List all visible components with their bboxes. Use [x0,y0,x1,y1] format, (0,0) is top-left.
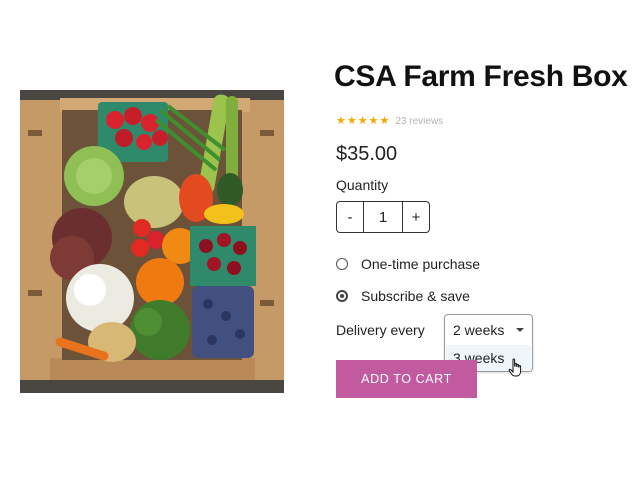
quantity-increment-button[interactable]: + [403,202,429,232]
quantity-label: Quantity [336,177,389,193]
product-rating[interactable]: ★ ★ ★ ★ ★ 23 reviews [336,115,443,127]
star-icon: ★ [368,115,379,127]
produce-box-illustration [20,90,284,393]
radio-icon[interactable] [336,258,348,270]
hand-pointer-cursor-icon [508,358,522,377]
chevron-down-icon[interactable] [516,328,524,332]
quantity-stepper: - 1 + [336,201,430,233]
one-time-purchase-label: One-time purchase [361,256,481,272]
star-rating: ★ ★ ★ ★ ★ [336,115,389,127]
star-icon: ★ [336,115,346,127]
product-price: $35.00 [336,143,398,165]
star-icon: ★ [357,115,368,127]
radio-icon[interactable] [336,290,348,302]
one-time-purchase-option[interactable]: One-time purchase [336,256,480,272]
star-icon: ★ [379,115,390,127]
subscribe-save-option[interactable]: Subscribe & save [336,288,470,304]
product-image [20,90,284,393]
reviews-link[interactable]: 23 reviews [395,116,443,127]
subscribe-save-label: Subscribe & save [361,288,470,304]
star-icon: ★ [346,115,357,127]
quantity-decrement-button[interactable]: - [337,202,363,232]
add-to-cart-button[interactable]: ADD TO CART [336,360,477,398]
product-title: CSA Farm Fresh Box [334,60,628,93]
delivery-frequency-label: Delivery every [336,322,425,338]
quantity-input[interactable]: 1 [363,202,403,232]
